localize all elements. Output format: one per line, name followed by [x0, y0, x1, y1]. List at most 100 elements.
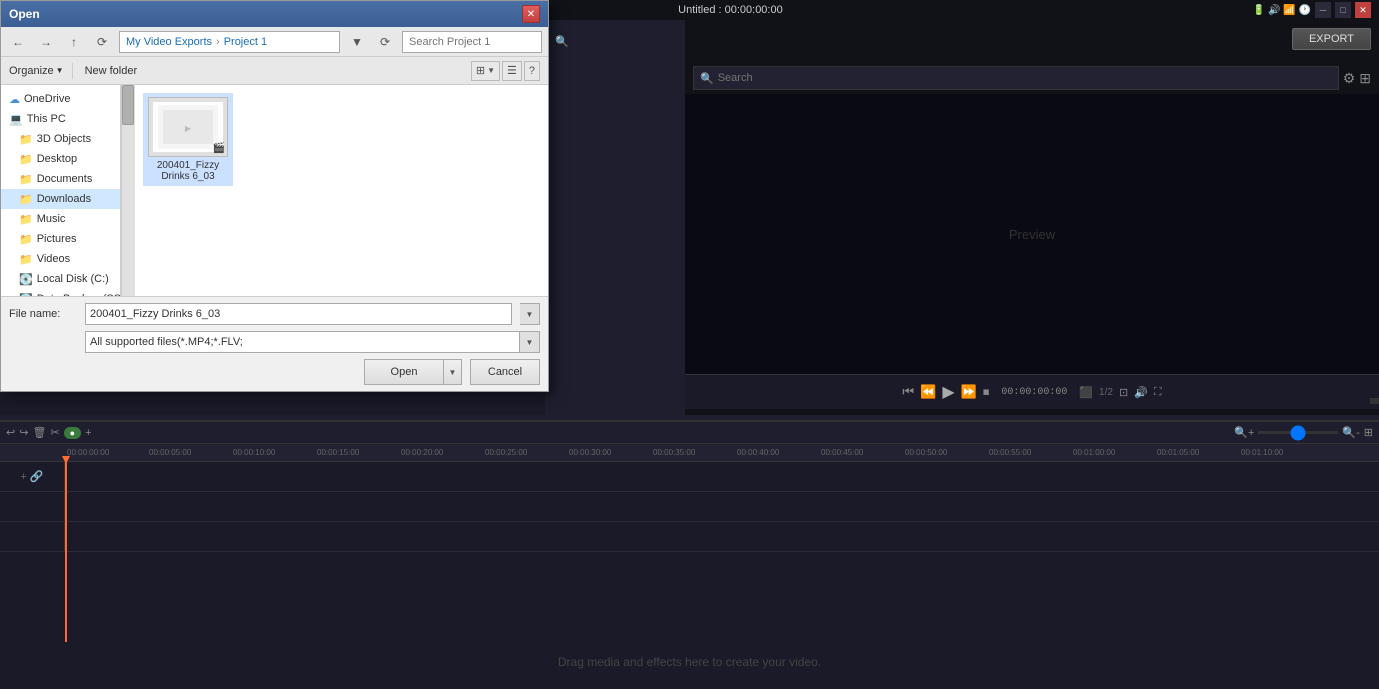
open-button[interactable]: Open: [364, 359, 444, 385]
step-fwd-btn[interactable]: ⏩: [961, 384, 977, 400]
time-marker-4: 00:00:20:00: [401, 448, 485, 457]
step-back-btn[interactable]: ⏪: [920, 384, 936, 400]
maximize-btn[interactable]: □: [1335, 2, 1351, 18]
search-input[interactable]: [718, 72, 1332, 84]
tree-label-localc: Local Disk (C:): [37, 273, 109, 285]
tree-item-localc[interactable]: 💽 Local Disk (C:): [1, 269, 120, 289]
view-dropdown-icon: ▼: [487, 66, 495, 75]
back-button[interactable]: ←: [7, 31, 29, 53]
track2-content[interactable]: [65, 492, 1379, 521]
track1-content[interactable]: [65, 462, 1379, 491]
help-button[interactable]: ?: [524, 61, 540, 81]
rewind-btn[interactable]: ⏮: [902, 384, 914, 400]
tree-scroll-thumb[interactable]: [122, 85, 134, 125]
dialog-search-input[interactable]: [409, 36, 551, 48]
folder-icon-docs: 📁: [19, 173, 33, 186]
sort-icon: ☰: [507, 64, 517, 77]
time-marker-3: 00:00:15:00: [317, 448, 401, 457]
undo-btn[interactable]: ↩: [6, 426, 15, 439]
tree-item-thispc[interactable]: 💻 This PC: [1, 109, 120, 129]
tree-item-pictures[interactable]: 📁 Pictures: [1, 229, 120, 249]
filename-input[interactable]: [85, 303, 512, 325]
filename-dropdown-btn[interactable]: ▼: [520, 303, 540, 325]
breadcrumb-current[interactable]: Project 1: [224, 36, 267, 48]
grid-view-icon[interactable]: ⊞: [1359, 70, 1371, 87]
tree-scrollbar[interactable]: [121, 85, 135, 296]
tree-item-desktop[interactable]: 📁 Desktop: [1, 149, 120, 169]
tree-label-documents: Documents: [37, 173, 93, 185]
up-button[interactable]: ↑: [63, 31, 85, 53]
new-folder-button[interactable]: New folder: [85, 65, 138, 77]
filename-label: File name:: [9, 308, 77, 320]
play-btn[interactable]: ▶: [942, 382, 954, 402]
breadcrumb-root[interactable]: My Video Exports: [126, 36, 212, 48]
filetype-dropdown-btn[interactable]: ▼: [520, 331, 540, 353]
fit-timeline-btn[interactable]: ⊞: [1364, 426, 1373, 439]
tree-label-videos: Videos: [37, 253, 70, 265]
organize-button[interactable]: Organize ▼: [9, 65, 64, 77]
tree-label-onedrive: OneDrive: [24, 93, 70, 105]
folder-tree: ☁ OneDrive 💻 This PC 📁 3D Objects 📁 Desk…: [1, 85, 121, 296]
track1-link-btn[interactable]: 🔗: [30, 470, 44, 483]
breadcrumb-dropdown-btn[interactable]: ▼: [346, 31, 368, 53]
add-track-btn[interactable]: +: [85, 427, 91, 439]
cancel-button[interactable]: Cancel: [470, 359, 540, 385]
sort-button[interactable]: ☰: [502, 61, 522, 81]
track-row-2: [0, 492, 1379, 522]
close-app-btn[interactable]: ✕: [1355, 2, 1371, 18]
fullscreen-btn[interactable]: ⛶: [1154, 386, 1162, 399]
track1-add-btn[interactable]: +: [20, 471, 26, 483]
export-button[interactable]: EXPORT: [1292, 28, 1371, 50]
tree-item-onedrive[interactable]: ☁ OneDrive: [1, 89, 120, 109]
refresh2-button[interactable]: ⟳: [374, 31, 396, 53]
mute-btn[interactable]: ●: [64, 427, 81, 439]
tree-item-music[interactable]: 📁 Music: [1, 209, 120, 229]
open-dropdown-btn[interactable]: ▼: [444, 359, 462, 385]
dialog-close-button[interactable]: ✕: [522, 5, 540, 23]
help-icon: ?: [529, 65, 535, 77]
breadcrumb-bar[interactable]: My Video Exports › Project 1: [119, 31, 340, 53]
minimize-btn[interactable]: ─: [1315, 2, 1331, 18]
refresh-button[interactable]: ⟳: [91, 31, 113, 53]
redo-btn[interactable]: ↪: [19, 426, 28, 439]
split-btn[interactable]: ✂: [50, 426, 59, 439]
filter-icon[interactable]: ⚙: [1343, 70, 1356, 87]
aspect-ratio-btn[interactable]: ⬛: [1079, 386, 1093, 399]
progress-slider[interactable]: [1370, 398, 1379, 404]
organize-dropdown-icon: ▼: [56, 66, 64, 75]
zoom-in-btn[interactable]: 🔍+: [1234, 426, 1254, 439]
track3-content[interactable]: [65, 522, 1379, 551]
stop-btn[interactable]: ⏹: [983, 384, 990, 400]
file-area[interactable]: ▶ 🎬 200401_Fizzy Drinks 6_03: [135, 85, 548, 296]
svg-text:▶: ▶: [185, 124, 192, 133]
zoom-fit-btn[interactable]: ⊡: [1119, 386, 1128, 399]
view-change-button[interactable]: ⊞ ▼: [471, 61, 500, 81]
tree-item-documents[interactable]: 📁 Documents: [1, 169, 120, 189]
filetype-input[interactable]: [85, 331, 520, 353]
tree-label-music: Music: [37, 213, 66, 225]
tree-item-3dobjects[interactable]: 📁 3D Objects: [1, 129, 120, 149]
film-icon: 🎬: [213, 143, 225, 154]
thispc-icon: 💻: [9, 113, 23, 126]
file-preview-0: ▶ 🎬: [148, 97, 228, 157]
search-box[interactable]: 🔍: [402, 31, 542, 53]
delete-btn[interactable]: 🗑: [32, 426, 46, 439]
volume-btn[interactable]: 🔊: [1134, 386, 1148, 399]
file-name-0: 200401_Fizzy Drinks 6_03: [147, 160, 229, 182]
search-icon: 🔍: [555, 35, 569, 48]
open-btn-group: Open ▼: [364, 359, 462, 385]
time-marker-13: 00:01:05:00: [1157, 448, 1241, 457]
track-row-3: [0, 522, 1379, 552]
tree-item-videos[interactable]: 📁 Videos: [1, 249, 120, 269]
folder-icon-pictures: 📁: [19, 233, 33, 246]
tree-item-backup[interactable]: 💽 Data Backup (SS: [1, 289, 120, 296]
forward-button[interactable]: →: [35, 31, 57, 53]
folder-icon-3d: 📁: [19, 133, 33, 146]
zoom-out-btn[interactable]: 🔍-: [1342, 426, 1359, 439]
tree-item-downloads[interactable]: 📁 Downloads: [1, 189, 120, 209]
view-icon: ⊞: [476, 64, 485, 77]
time-marker-5: 00:00:25:00: [485, 448, 569, 457]
playhead[interactable]: [65, 462, 67, 642]
file-thumb-0[interactable]: ▶ 🎬 200401_Fizzy Drinks 6_03: [143, 93, 233, 186]
zoom-slider[interactable]: [1258, 431, 1338, 434]
